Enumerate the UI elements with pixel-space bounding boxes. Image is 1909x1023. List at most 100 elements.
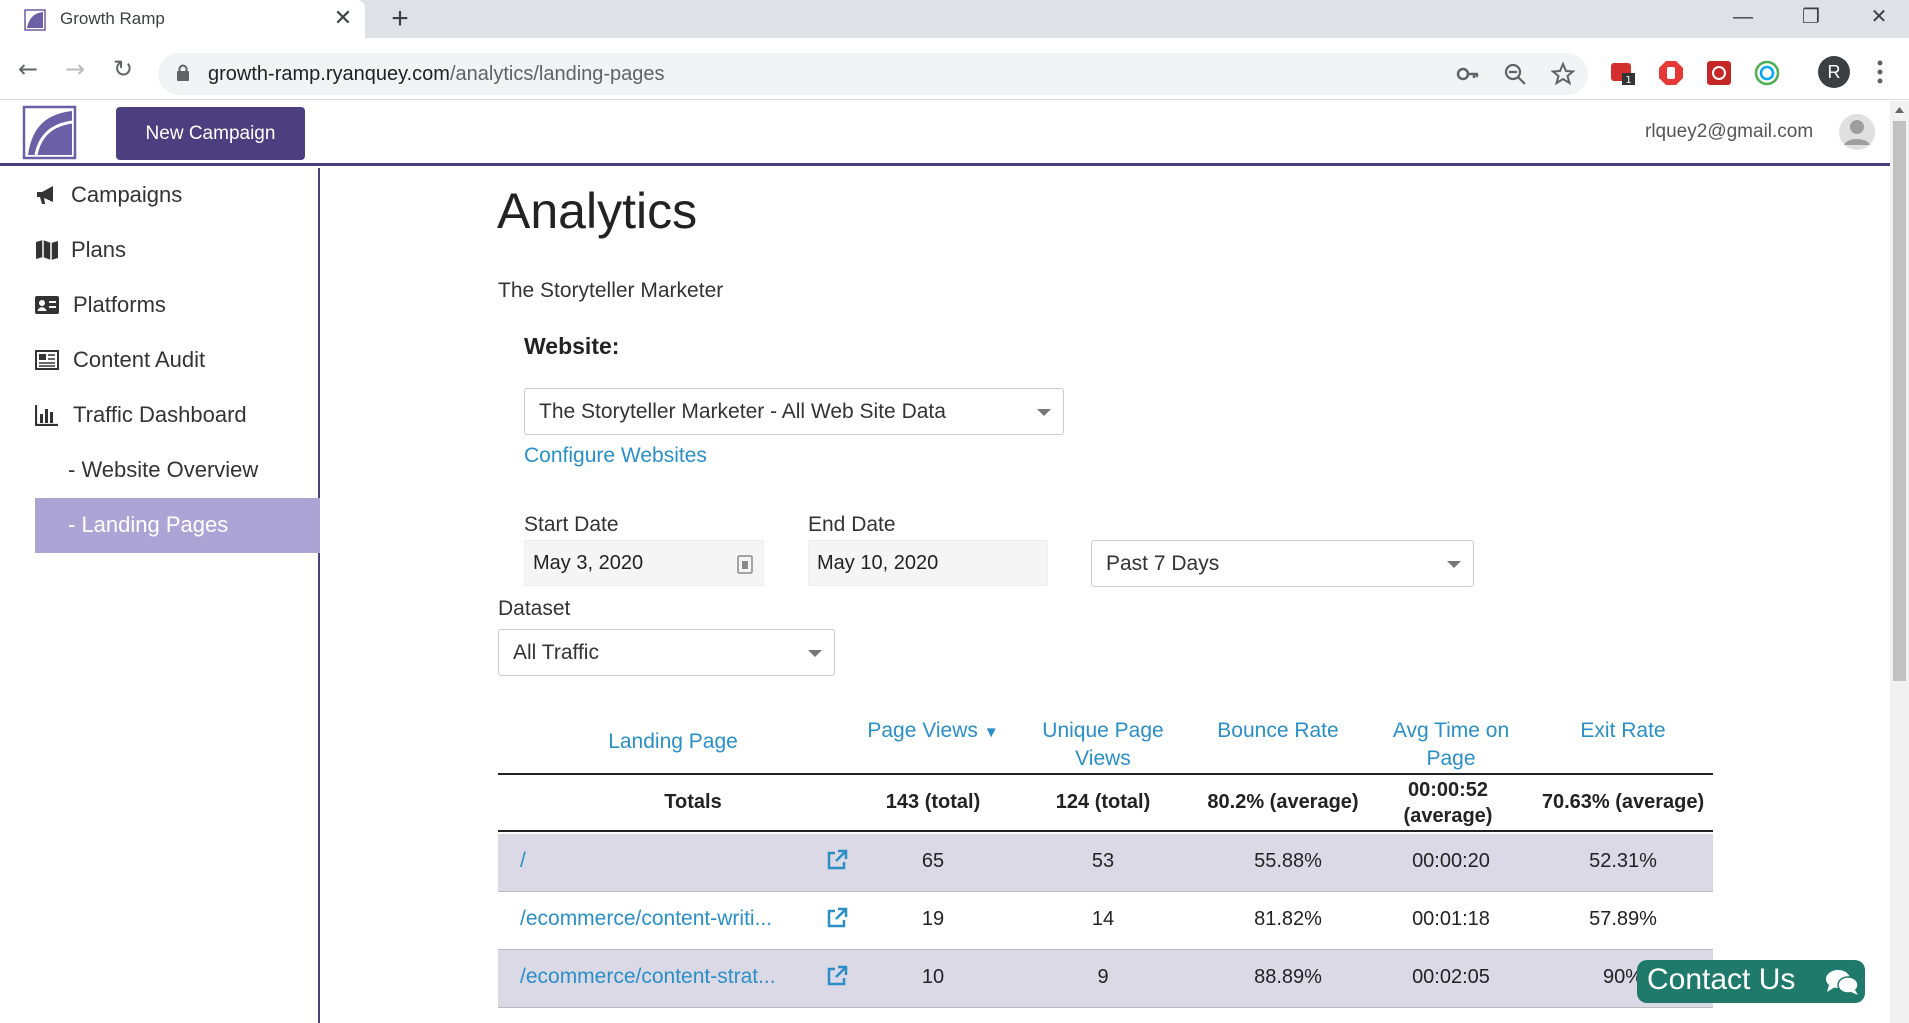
end-date-label: End Date <box>808 513 896 536</box>
external-link-icon[interactable] <box>825 964 849 988</box>
cell-page-views: 19 <box>921 908 945 930</box>
extension-bug-icon[interactable] <box>1706 60 1732 86</box>
cell-bounce: 88.89% <box>1254 966 1322 988</box>
cell-bounce: 81.82% <box>1254 908 1322 930</box>
totals-page-views: 143 (total) <box>885 791 981 813</box>
totals-bounce-rate: 80.2% (average) <box>1207 791 1359 813</box>
bar-chart-icon <box>35 405 58 426</box>
sidebar-item-traffic-dashboard[interactable]: Traffic Dashboard <box>35 388 320 443</box>
tab-title: Growth Ramp <box>60 9 165 28</box>
header-bounce-rate[interactable]: Bounce Rate <box>1198 717 1358 745</box>
extension-target-icon[interactable] <box>1754 60 1780 86</box>
url-text: growth-ramp.ryanquey.com/analytics/landi… <box>208 63 665 85</box>
date-range-select[interactable]: Past 7 Days <box>1091 540 1474 587</box>
extension-stop-icon[interactable] <box>1658 60 1684 86</box>
reload-icon[interactable]: ↻ <box>107 53 139 85</box>
browser-toolbar: ← → ↻ growth-ramp.ryanquey.com/analytics… <box>0 38 1909 100</box>
tab-close-icon[interactable]: ✕ <box>330 6 356 32</box>
contact-us-button[interactable]: Contact Us <box>1637 960 1865 1003</box>
landing-page-link[interactable]: / <box>520 849 810 873</box>
browser-tab[interactable]: Growth Ramp ✕ <box>0 0 365 38</box>
chevron-down-icon <box>808 650 822 657</box>
chevron-down-icon <box>1037 409 1051 416</box>
dataset-select[interactable]: All Traffic <box>498 629 835 676</box>
external-link-icon[interactable] <box>825 906 849 930</box>
cell-exit: 57.89% <box>1589 908 1657 930</box>
scroll-up-arrow-icon[interactable] <box>1890 101 1909 119</box>
app-header: New Campaign rlquey2@gmail.com <box>0 101 1890 166</box>
totals-row: Totals 143 (total) 124 (total) 80.2% (av… <box>498 775 1713 832</box>
profile-avatar[interactable]: R <box>1818 56 1850 88</box>
cell-unique: 9 <box>1097 966 1109 988</box>
calendar-icon[interactable] <box>737 554 753 574</box>
table-row: /ecommerce/content-writi... 19 14 81.82%… <box>498 892 1713 950</box>
header-page-views[interactable]: Page Views ▼ <box>848 717 1018 747</box>
landing-page-link[interactable]: /ecommerce/content-writi... <box>520 907 810 931</box>
totals-unique-page-views: 124 (total) <box>1055 791 1151 813</box>
svg-text:1: 1 <box>1625 75 1631 86</box>
growth-ramp-logo-icon[interactable] <box>22 105 77 160</box>
user-avatar-icon[interactable] <box>1838 113 1876 151</box>
header-landing-page[interactable]: Landing Page <box>578 728 768 756</box>
header-avg-time[interactable]: Avg Time on Page <box>1376 717 1526 773</box>
key-icon[interactable] <box>1455 61 1481 87</box>
start-date-label: Start Date <box>524 513 619 536</box>
cell-time: 00:02:05 <box>1412 966 1490 988</box>
cell-time: 00:00:20 <box>1412 850 1490 872</box>
address-bar[interactable]: growth-ramp.ryanquey.com/analytics/landi… <box>158 53 1588 95</box>
cell-unique: 53 <box>1091 850 1115 872</box>
zoom-out-icon[interactable] <box>1502 61 1528 87</box>
newspaper-icon <box>35 350 59 370</box>
header-unique-page-views[interactable]: Unique Page Views <box>1028 717 1178 773</box>
growth-ramp-favicon-icon <box>24 9 46 31</box>
browser-tabstrip: Growth Ramp ✕ + — ❐ ✕ <box>0 0 1909 38</box>
site-subtitle: The Storyteller Marketer <box>498 279 724 302</box>
table-row: /ecommerce/content-strat... 10 9 88.89% … <box>498 950 1713 1008</box>
cell-exit: 52.31% <box>1589 850 1657 872</box>
start-date-input[interactable]: May 3, 2020 <box>524 540 764 586</box>
lock-icon <box>177 64 189 81</box>
totals-label: Totals <box>664 791 722 813</box>
page-title: Analytics <box>497 183 698 239</box>
forward-arrow-icon[interactable]: → <box>59 53 91 85</box>
table-row: / 65 53 55.88% 00:00:20 52.31% <box>498 834 1713 892</box>
website-label: Website: <box>524 333 620 359</box>
restore-icon[interactable]: ❐ <box>1781 0 1841 34</box>
configure-websites-link[interactable]: Configure Websites <box>524 444 707 468</box>
new-campaign-button[interactable]: New Campaign <box>116 107 305 160</box>
totals-avg-time: 00:00:52 (average) <box>1403 779 1493 827</box>
id-card-icon <box>35 296 59 314</box>
landing-page-link[interactable]: /ecommerce/content-strat... <box>520 965 810 989</box>
cell-bounce: 55.88% <box>1254 850 1322 872</box>
new-tab-button[interactable]: + <box>385 4 415 34</box>
map-icon <box>36 240 58 260</box>
page-scrollbar[interactable] <box>1890 101 1909 1023</box>
sort-desc-icon: ▼ <box>983 724 999 741</box>
cell-page-views: 65 <box>921 850 945 872</box>
sidebar-item-website-overview[interactable]: - Website Overview <box>35 443 320 498</box>
chat-bubbles-icon <box>1826 970 1859 995</box>
window-close-icon[interactable]: ✕ <box>1849 0 1909 34</box>
external-link-icon[interactable] <box>825 848 849 872</box>
minimize-icon[interactable]: — <box>1713 0 1773 34</box>
cell-unique: 14 <box>1091 908 1115 930</box>
dataset-label: Dataset <box>498 597 571 620</box>
chevron-down-icon <box>1447 561 1461 568</box>
bookmark-star-icon[interactable] <box>1550 61 1576 87</box>
sidebar-item-plans[interactable]: Plans <box>35 223 320 278</box>
end-date-input[interactable]: May 10, 2020 <box>808 540 1048 586</box>
cell-page-views: 10 <box>921 966 945 988</box>
sidebar-item-campaigns[interactable]: Campaigns <box>35 168 320 223</box>
sidebar-item-landing-pages[interactable]: - Landing Pages <box>35 498 320 553</box>
sidebar-item-content-audit[interactable]: Content Audit <box>35 333 320 388</box>
sidebar-item-platforms[interactable]: Platforms <box>35 278 320 333</box>
scrollbar-thumb[interactable] <box>1893 121 1906 681</box>
cell-time: 00:01:18 <box>1412 908 1490 930</box>
totals-exit-rate: 70.63% (average) <box>1541 791 1705 813</box>
extension-mail-icon[interactable]: 1 <box>1610 60 1636 86</box>
header-exit-rate[interactable]: Exit Rate <box>1543 717 1703 745</box>
website-select[interactable]: The Storyteller Marketer - All Web Site … <box>524 388 1064 435</box>
back-arrow-icon[interactable]: ← <box>12 53 44 85</box>
browser-menu-icon[interactable] <box>1870 58 1890 86</box>
user-email[interactable]: rlquey2@gmail.com <box>1645 121 1813 143</box>
